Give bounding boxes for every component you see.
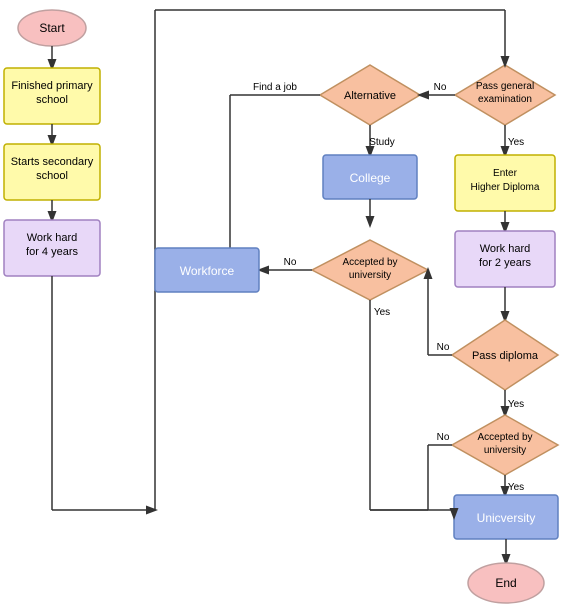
pass-diploma-label: Pass diploma [472,350,539,362]
yes-label-1: Yes [374,307,390,318]
accepted-uni-label: Accepted by [342,257,397,268]
unicversity-label: Unicversity [477,511,536,525]
svg-text:school: school [36,170,68,182]
svg-text:Higher Diploma: Higher Diploma [471,182,540,193]
no-label-pass-diploma: No [437,342,450,353]
svg-text:for 2 years: for 2 years [479,257,531,269]
no-label-2: No [284,257,297,268]
starts-secondary-label: Starts secondary [11,156,94,168]
svg-text:school: school [36,94,68,106]
college-label: College [350,171,391,185]
svg-text:examination: examination [478,94,532,105]
yes-label-pass-general: Yes [508,137,524,148]
end-label: End [495,576,516,590]
yes-label-2: Yes [508,399,524,410]
svg-text:university: university [349,270,391,281]
start-label: Start [39,21,65,35]
no-label-1: No [434,82,447,93]
no-label-3: No [437,432,450,443]
workforce-label: Workforce [180,264,235,278]
svg-text:for 4 years: for 4 years [26,246,78,258]
finished-primary-label: Finished primary [11,80,93,92]
work-hard-2-label: Work hard [480,243,531,255]
find-job-label: Find a job [253,82,297,93]
alternative-label: Alternative [344,90,396,102]
study-label: Study [369,137,395,148]
pass-general-label: Pass general [476,81,534,92]
svg-text:university: university [484,445,526,456]
yes-label-3: Yes [508,482,524,493]
enter-higher-label: Enter [493,168,518,179]
work-hard-4-label: Work hard [27,232,78,244]
accepted-uni2-label: Accepted by [477,432,532,443]
